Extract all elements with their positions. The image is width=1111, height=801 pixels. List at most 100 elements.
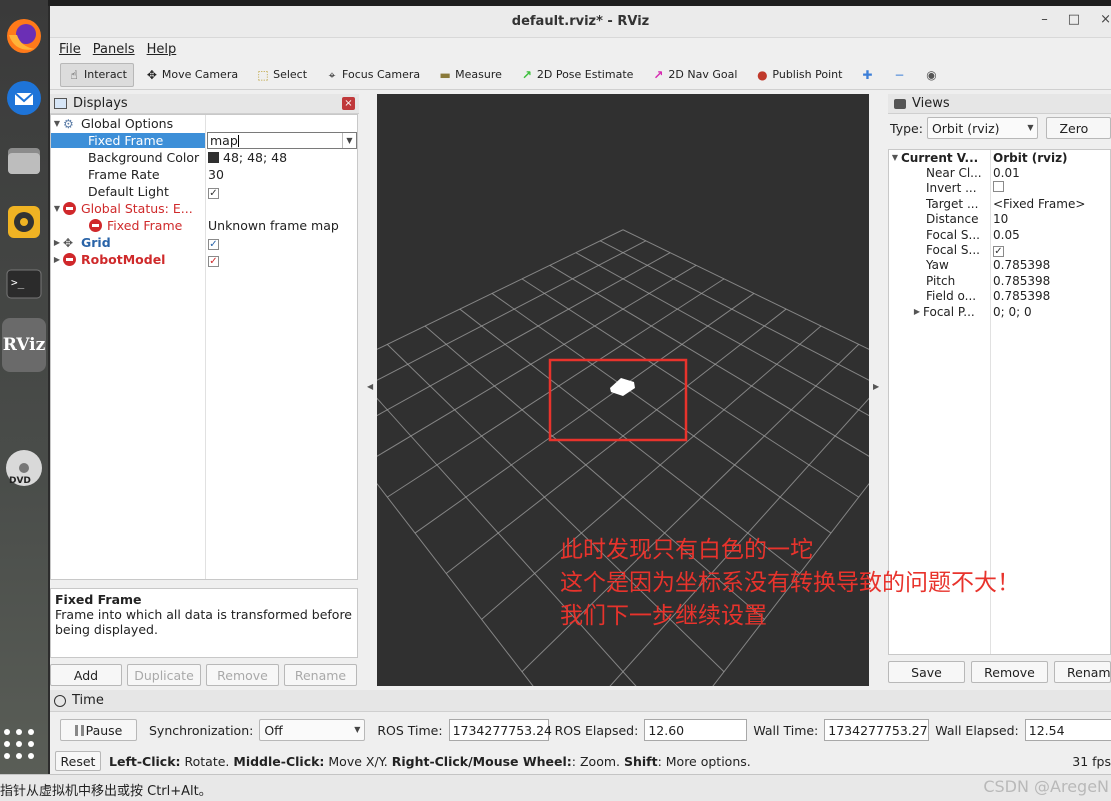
right-splitter-handle[interactable]: ▶ [873, 382, 879, 391]
grid-line [521, 278, 859, 498]
tree-row-fixed-frame[interactable]: Fixed Frame map ▼ [51, 132, 357, 149]
menu-help[interactable]: Help [147, 42, 177, 57]
focal-shape-checkbox[interactable]: ✓ [993, 246, 1004, 258]
maximize-icon[interactable]: □ [1068, 12, 1080, 27]
sync-select[interactable]: Off ▼ [259, 719, 366, 741]
grid-line [599, 240, 869, 381]
add-tool-button[interactable]: ✚ [853, 63, 881, 87]
view-row-near-clip[interactable]: Near Cl... 0.01 [889, 165, 1110, 180]
add-button[interactable]: Add [50, 664, 122, 686]
duplicate-button[interactable]: Duplicate [127, 664, 201, 686]
views-title: Views [912, 96, 950, 111]
minus-icon: − [894, 67, 905, 82]
reset-button[interactable]: Reset [55, 751, 101, 771]
tool-measure[interactable]: ▬ Measure [431, 63, 509, 87]
clock-icon [54, 694, 66, 707]
show-apps-icon[interactable] [4, 729, 36, 761]
wall-time-field[interactable]: 1734277753.27 [824, 719, 930, 741]
tree-row-robot-model[interactable]: ▶ RobotModel ✓ [51, 251, 357, 268]
left-splitter-handle[interactable]: ◀ [367, 382, 373, 391]
collapse-arrow-icon[interactable]: ▶ [51, 255, 63, 264]
terminal-icon[interactable]: >_ [2, 262, 46, 306]
view-row-target-frame[interactable]: Target ... <Fixed Frame> [889, 196, 1110, 211]
view-row-focal-shape-size[interactable]: Focal S... 0.05 [889, 227, 1110, 242]
grid-line [377, 264, 697, 457]
tool-select[interactable]: ⬚ Select [249, 63, 314, 87]
tool-move-camera[interactable]: ✥ Move Camera [138, 63, 245, 87]
expand-arrow-icon[interactable]: ▼ [889, 153, 901, 162]
annotation-text: 此时发现只有白色的一坨 这个是因为坐标系没有转换导致的问题不大！ 我们下一步继续… [560, 537, 1020, 629]
remove-view-button[interactable]: Remove [971, 661, 1048, 683]
tree-row-fixed-frame-status[interactable]: Fixed Frame Unknown frame map [51, 217, 357, 234]
watermark: CSDN @AregeN [983, 777, 1109, 796]
minimize-icon[interactable]: – [1041, 12, 1048, 27]
menu-panels[interactable]: Panels [93, 42, 135, 57]
rhythmbox-icon[interactable] [2, 200, 46, 244]
tree-row-global-status[interactable]: ▼ Global Status: E... [51, 200, 357, 217]
vm-hint-bar: 指针从虚拟机中移出或按 Ctrl+Alt。 CSDN @AregeN [0, 774, 1111, 801]
wall-elapsed-field[interactable]: 12.54 [1024, 719, 1111, 741]
displays-tree: ▼ ⚙ Global Options Fixed Frame map ▼ Backgr… [50, 114, 358, 580]
rename-display-button[interactable]: Rename [284, 664, 357, 686]
view-row-distance[interactable]: Distance 10 [889, 212, 1110, 227]
ros-elapsed-field[interactable]: 12.60 [644, 719, 748, 741]
close-window-icon[interactable]: × [1100, 12, 1111, 27]
displays-header: Displays × [50, 94, 359, 114]
robot-model-checkbox[interactable]: ✓ [208, 256, 219, 267]
rename-view-button[interactable]: Rename [1054, 661, 1111, 683]
invert-checkbox[interactable] [993, 181, 1004, 193]
select-icon: ⬚ [257, 67, 269, 82]
expand-arrow-icon[interactable]: ▼ [51, 119, 63, 128]
tree-row-frame-rate[interactable]: Frame Rate 30 [51, 166, 357, 183]
tree-row-grid[interactable]: ▶ ✥ Grid ✓ [51, 234, 357, 251]
chevron-down-icon[interactable]: ▼ [342, 133, 356, 148]
color-swatch[interactable] [208, 152, 219, 163]
view-row-focal-shape-fixed[interactable]: Focal S... ✓ [889, 242, 1110, 258]
view-row-current-view[interactable]: ▼ Current V... Orbit (rviz) [889, 150, 1110, 165]
remove-tool-button[interactable]: − [885, 63, 913, 87]
view-row-focal-point[interactable]: ▶ Focal P... 0; 0; 0 [889, 304, 1110, 319]
view-type-select[interactable]: Orbit (rviz) ▼ [926, 117, 1039, 139]
menu-file[interactable]: File [59, 42, 81, 57]
chevron-down-icon: ▼ [354, 725, 361, 734]
firefox-icon[interactable] [2, 14, 46, 58]
tool-publish-point[interactable]: ● Publish Point [748, 63, 849, 87]
files-icon[interactable] [2, 138, 46, 182]
grid-checkbox[interactable]: ✓ [208, 239, 219, 250]
save-view-button[interactable]: Save [888, 661, 965, 683]
view-row-yaw[interactable]: Yaw 0.785398 [889, 258, 1110, 273]
fixed-frame-input[interactable]: map ▼ [207, 132, 357, 149]
close-panel-icon[interactable]: × [342, 97, 355, 110]
collapse-arrow-icon[interactable]: ▶ [51, 238, 63, 247]
time-controls: Pause Synchronization: Off ▼ ROS Time: 17… [60, 718, 1111, 742]
thunderbird-icon[interactable] [2, 76, 46, 120]
collapse-arrow-icon[interactable]: ▶ [911, 307, 923, 316]
tool-visibility-button[interactable]: ◉ [917, 63, 945, 87]
tool-2d-nav-goal[interactable]: ↗ 2D Nav Goal [644, 63, 744, 87]
expand-arrow-icon[interactable]: ▼ [51, 204, 63, 213]
monitor-icon [54, 98, 67, 109]
tool-2d-pose-estimate[interactable]: ↗ 2D Pose Estimate [513, 63, 641, 87]
view-row-field-of-view[interactable]: Field o... 0.785398 [889, 289, 1110, 304]
tool-interact[interactable]: ☝ Interact [60, 62, 134, 87]
rviz-app-icon[interactable]: RViz [2, 318, 46, 372]
grid-line [414, 292, 755, 534]
view-row-pitch[interactable]: Pitch 0.785398 [889, 273, 1110, 288]
status-bar: Reset Left-Click: Rotate. Middle-Click: … [55, 751, 751, 771]
pause-button[interactable]: Pause [60, 719, 137, 741]
zero-button[interactable]: Zero [1046, 117, 1111, 139]
tree-row-global-options[interactable]: ▼ ⚙ Global Options [51, 115, 357, 132]
view-type-row: Type: Orbit (rviz) ▼ Zero [888, 114, 1111, 142]
grid-line [377, 240, 647, 381]
tree-row-background-color[interactable]: Background Color 48; 48; 48 [51, 149, 357, 166]
view-row-invert[interactable]: Invert ... [889, 181, 1110, 196]
grid-line [377, 229, 624, 350]
default-light-checkbox[interactable]: ✓ [208, 188, 219, 199]
ros-time-field[interactable]: 1734277753.24 [448, 719, 552, 741]
grid-line [609, 397, 869, 686]
remove-display-button[interactable]: Remove [206, 664, 279, 686]
tree-row-default-light[interactable]: Default Light ✓ [51, 183, 357, 200]
dvd-icon[interactable]: DVD [2, 446, 46, 490]
time-panel: Time Pause Synchronization: Off ▼ ROS Tim… [50, 690, 1111, 774]
tool-focus-camera[interactable]: ⌖ Focus Camera [318, 63, 427, 87]
